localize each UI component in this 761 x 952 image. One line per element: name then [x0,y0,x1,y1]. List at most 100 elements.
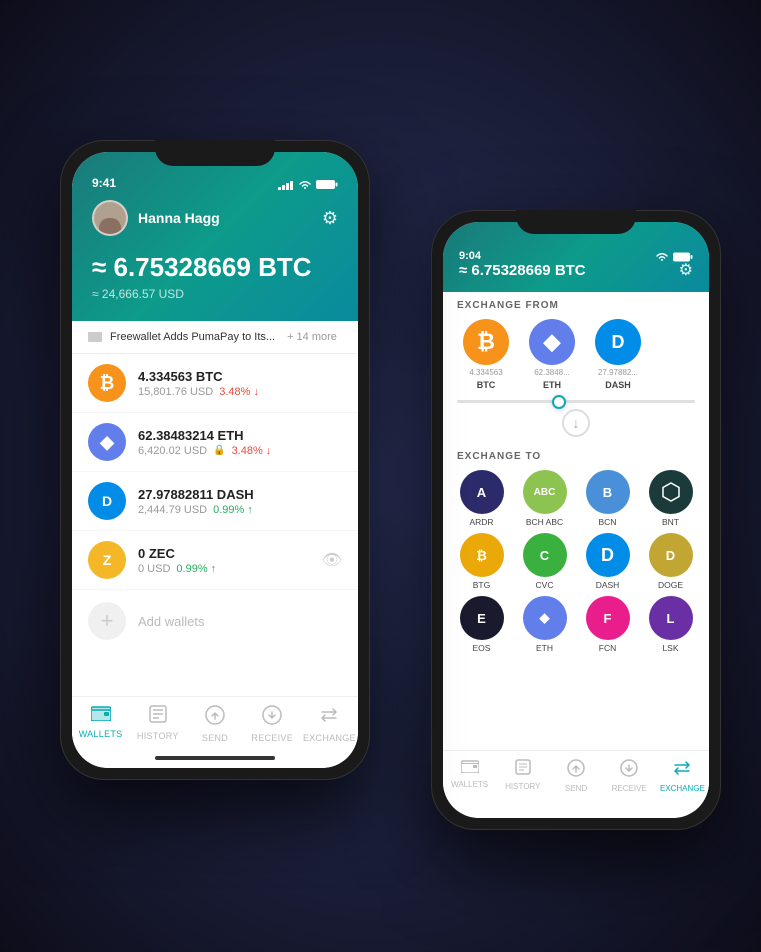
p2-nav-wallets-label: WALLETS [451,780,488,789]
grid-eos[interactable]: E EOS [453,596,510,653]
dash-pct: 0.99% ↑ [213,504,253,516]
p2-eth-amt: 62.3848... [534,368,570,377]
dash2-circle: D [586,533,630,577]
p2-nav-wallets[interactable]: WALLETS [443,759,496,789]
bch-circle: ABC [523,470,567,514]
btc-icon: ₿ [88,364,126,402]
nav-receive[interactable]: RECEIVE [244,705,301,743]
eye-icon[interactable]: 👁 [322,550,342,570]
wallet-item-btc[interactable]: ₿ 4.334563 BTC 15,801.76 USD 3.48% ↓ [72,354,358,413]
grid-cvc[interactable]: C CVC [516,533,573,590]
btg-circle: ₿ [460,533,504,577]
p2-nav-send-icon [567,759,585,782]
p2-to-coins-grid: A ARDR ABC BCH ABC B BCN [443,466,709,661]
grid-ardr[interactable]: A ARDR [453,470,510,527]
nav-history[interactable]: HISTORY [129,705,186,741]
wifi-icon [298,180,312,190]
btc-pct: 3.48% ↓ [219,386,259,398]
p2-nav-receive-icon [620,759,638,782]
p2-from-coins: ₿ 4.334563 BTC ◆ 62.3848... ETH D 27.978… [443,315,709,398]
p2-eth-name: ETH [543,380,561,390]
status-time-right: 9:04 [459,250,481,262]
p2-nav-receive-label: RECEIVE [612,784,647,793]
p2-nav-exchange-label: EXCHANGE [660,784,705,793]
ardr-circle: A [460,470,504,514]
status-time-left: 9:41 [92,176,116,190]
eth-info: 62.38483214 ETH 6,420.02 USD 🔒 3.48% ↓ [138,428,342,457]
nav-send[interactable]: SEND [186,705,243,743]
p2-dash-circle: D [595,319,641,365]
p2-nav-exchange[interactable]: EXCHANGE [656,759,709,793]
battery-icon-right [673,252,693,262]
dash-amount: 27.97882811 DASH [138,487,342,502]
nav-receive-label: RECEIVE [251,733,293,743]
phone-left: 9:41 [60,140,370,780]
grid-doge[interactable]: D DOGE [642,533,699,590]
scene: 9:41 [0,0,761,952]
grid-bcn[interactable]: B BCN [579,470,636,527]
nav-wallets[interactable]: WALLETS [72,705,129,739]
wallet-item-eth[interactable]: ◆ 62.38483214 ETH 6,420.02 USD 🔒 3.48% ↓ [72,413,358,472]
phone-left-screen: 9:41 [72,152,358,768]
grid-btg[interactable]: ₿ BTG [453,533,510,590]
phone-right: 9:04 ≈ 6.75328669 BTC ⚙ [431,210,721,830]
grid-eth2[interactable]: ◆ ETH [516,596,573,653]
status-icons-right [655,252,693,262]
p1-avatar-body [99,218,121,234]
news-text: Freewallet Adds PumaPay to Its... [110,331,275,343]
nav-exchange[interactable]: EXCHANGE [301,705,358,743]
nav-history-icon [149,705,167,728]
btc-info: 4.334563 BTC 15,801.76 USD 3.48% ↓ [138,369,342,398]
btc-amount: 4.334563 BTC [138,369,342,384]
p2-dash-name: DASH [605,380,631,390]
p2-dash-amt: 27.97882... [598,368,638,377]
nav-exchange-label: EXCHANGE [303,733,356,743]
zec-info: 0 ZEC 0 USD 0.99% ↑ [138,546,310,575]
dash2-label: DASH [596,580,620,590]
bch-label: BCH ABC [526,517,563,527]
grid-bnt[interactable]: BNT [642,470,699,527]
doge-circle: D [649,533,693,577]
bnt-circle [649,470,693,514]
wallet-item-zec[interactable]: Z 0 ZEC 0 USD 0.99% ↑ 👁 [72,531,358,590]
p2-btc-circle: ₿ [463,319,509,365]
p2-slider-thumb[interactable] [552,395,566,409]
p2-from-btc[interactable]: ₿ 4.334563 BTC [457,319,515,390]
bnt-label: BNT [662,517,679,527]
nav-wallets-label: WALLETS [79,729,123,739]
grid-bch[interactable]: ABC BCH ABC [516,470,573,527]
eth-sub: 6,420.02 USD 🔒 3.48% ↓ [138,445,342,457]
wifi-icon-right [655,252,669,262]
eos-label: EOS [473,643,491,653]
add-wallet-icon: + [88,602,126,640]
eth-icon: ◆ [88,423,126,461]
nav-send-label: SEND [202,733,228,743]
cvc-label: CVC [536,580,554,590]
grid-dash[interactable]: D DASH [579,533,636,590]
zec-pct: 0.99% ↑ [176,563,216,575]
btc-usd: 15,801.76 USD [138,386,213,398]
eth-pct: 3.48% ↓ [232,445,272,457]
eth2-label: ETH [536,643,553,653]
p1-user-row: Hanna Hagg ⚙ [92,200,338,236]
fcn-label: FCN [599,643,616,653]
phone-right-notch [516,210,636,234]
p2-nav-history[interactable]: HISTORY [496,759,549,791]
p1-username: Hanna Hagg [138,210,220,226]
p2-from-eth[interactable]: ◆ 62.3848... ETH [523,319,581,390]
bnt-hex-icon [660,481,682,503]
settings-icon[interactable]: ⚙ [322,208,338,229]
battery-icon [316,179,338,190]
p2-nav-receive[interactable]: RECEIVE [603,759,656,793]
p1-news-bar[interactable]: Freewallet Adds PumaPay to Its... + 14 m… [72,321,358,354]
add-wallet-row[interactable]: + Add wallets [72,590,358,652]
grid-fcn[interactable]: F FCN [579,596,636,653]
p1-balance-usd: ≈ 24,666.57 USD [92,287,338,301]
grid-lsk[interactable]: L LSK [642,596,699,653]
zec-sub: 0 USD 0.99% ↑ [138,563,310,575]
p2-nav-send[interactable]: SEND [549,759,602,793]
p2-down-arrow[interactable]: ↓ [562,409,590,437]
eth-amount: 62.38483214 ETH [138,428,342,443]
wallet-item-dash[interactable]: D 27.97882811 DASH 2,444.79 USD 0.99% ↑ [72,472,358,531]
p2-from-dash[interactable]: D 27.97882... DASH [589,319,647,390]
